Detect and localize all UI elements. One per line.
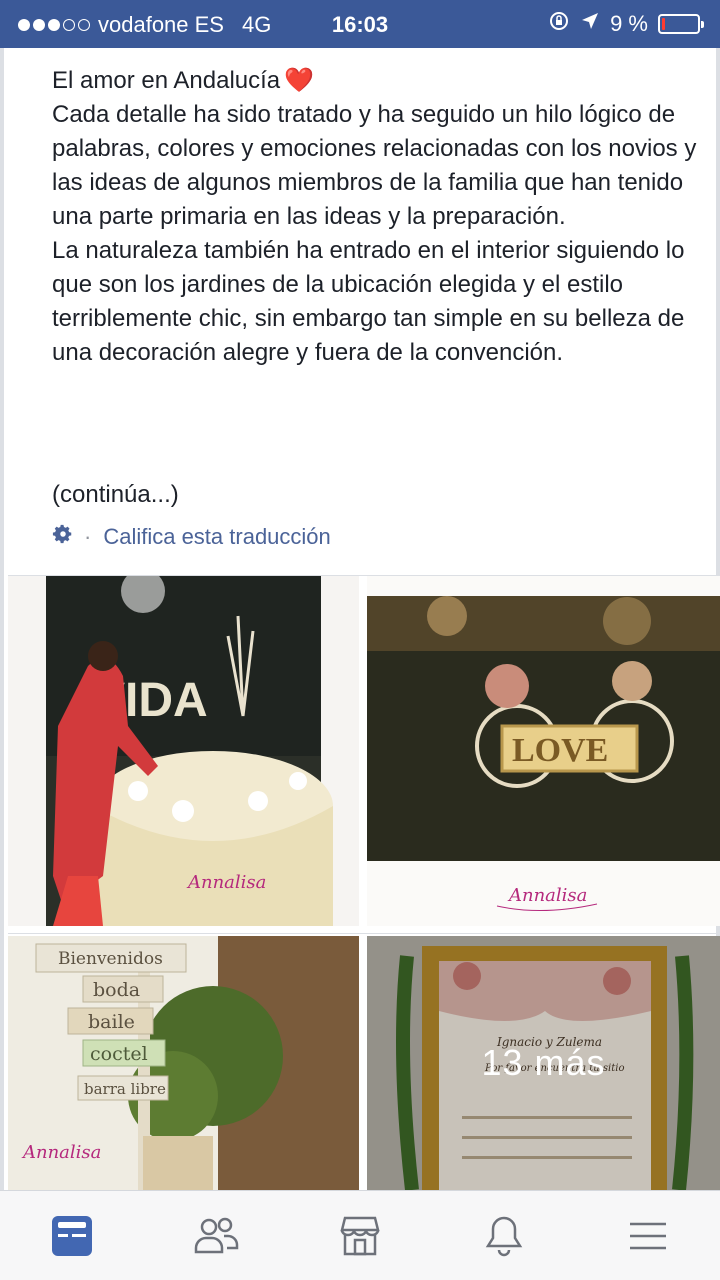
post-paragraph: La naturaleza también ha entrado en el i… (52, 237, 685, 366)
sign-bienvenidos: Bienvenidos (58, 949, 163, 969)
tab-marketplace[interactable] (288, 1191, 432, 1280)
post-title: El amor en Andalucía (52, 67, 281, 94)
tab-menu[interactable] (576, 1191, 720, 1280)
news-feed-icon (52, 1215, 92, 1256)
location-arrow-icon (580, 11, 600, 37)
battery-icon (658, 14, 704, 34)
photo-seating-chart[interactable]: Ignacio y Zulema Por favor encuentra tu … (367, 936, 720, 1190)
more-photos-overlay[interactable]: 13 más (367, 936, 720, 1190)
sign-baile: baile (88, 1011, 135, 1033)
annalisa-watermark: Annalisa (186, 872, 266, 893)
menu-icon (630, 1222, 666, 1249)
status-bar: vodafone ES 4G 16:03 9 % (0, 0, 720, 48)
tab-news-feed[interactable] (0, 1191, 144, 1280)
bottom-tab-bar (0, 1190, 720, 1280)
marketplace-icon (340, 1216, 380, 1255)
sign-barra-libre: barra libre (84, 1080, 166, 1098)
annalisa-watermark: Annalisa (507, 885, 587, 906)
photo-table-setting[interactable]: VIDA Annalisa (8, 576, 359, 926)
photo-love-bicycle[interactable]: LOVE Annalisa (367, 576, 720, 926)
post-paragraph: Cada detalle ha sido tratado y ha seguid… (52, 101, 697, 230)
annalisa-watermark: Annalisa (21, 1142, 101, 1163)
love-sign: LOVE (512, 732, 608, 769)
tab-friends[interactable] (144, 1191, 288, 1280)
sign-coctel: coctel (90, 1043, 148, 1065)
orientation-lock-icon (548, 10, 570, 38)
battery-percent: 9 % (610, 11, 648, 36)
tab-notifications[interactable] (432, 1191, 576, 1280)
sign-boda: boda (93, 979, 140, 1001)
gear-icon[interactable] (52, 523, 74, 551)
post-text: El amor en Andalucía ❤️ Cada detalle ha s… (52, 64, 707, 370)
translation-bar: · Califica esta traducción (52, 523, 331, 551)
heart-emoji-icon: ❤️ (284, 67, 315, 94)
post-card: El amor en Andalucía ❤️ Cada detalle ha s… (0, 48, 720, 1190)
continue-reading-link[interactable]: (continúa...) (52, 478, 179, 512)
friends-icon (194, 1217, 239, 1253)
divider (8, 933, 720, 934)
photo-direction-signs[interactable]: Bienvenidos boda baile coctel barra libr… (8, 936, 359, 1190)
notifications-icon (485, 1216, 523, 1256)
separator-dot: · (84, 524, 92, 549)
rate-translation-link[interactable]: Califica esta traducción (103, 524, 330, 550)
